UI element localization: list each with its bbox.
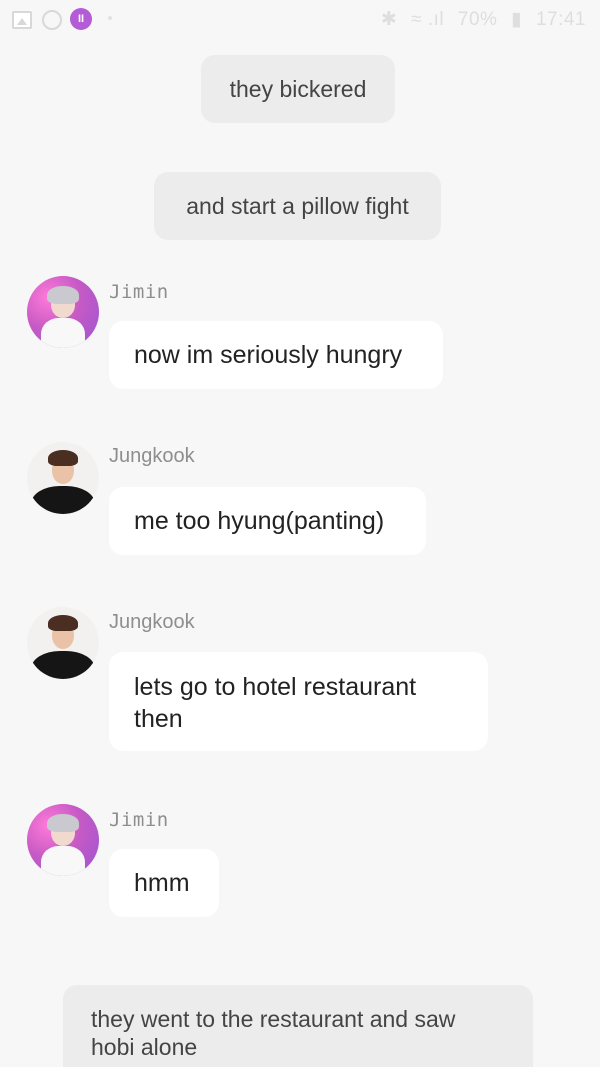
signal-icon: ≈ .ıl [411, 9, 445, 30]
chat-message-bubble: me too hyung(panting) [109, 487, 426, 555]
clock-time: 17:41 [535, 9, 586, 30]
bluetooth-icon: ✱ [380, 9, 398, 30]
sender-name: Jimin [109, 809, 169, 831]
battery-percent: 70% [457, 9, 498, 30]
app-notification-icon: II [70, 8, 92, 30]
sender-name: Jungkook [109, 445, 195, 467]
battery-icon: ▮ [511, 9, 523, 30]
gallery-notification-icon [12, 11, 32, 29]
jimin-avatar[interactable] [27, 276, 99, 348]
alarm-notification-icon [42, 10, 62, 30]
chat-message-bubble: lets go to hotel restaurant then [109, 652, 488, 751]
chat-message-bubble: now im seriously hungry [109, 321, 443, 389]
narration-bubble: they bickered [201, 55, 395, 123]
more-notifications-dot-icon [108, 16, 112, 20]
jimin-avatar[interactable] [27, 804, 99, 876]
status-bar: II ✱ ≈ .ıl 70% ▮ 17:41 [0, 0, 600, 40]
jungkook-avatar[interactable] [27, 442, 99, 514]
chat-message-bubble: hmm [109, 849, 219, 917]
sender-name: Jungkook [109, 611, 195, 633]
status-indicators: ✱ ≈ .ıl 70% ▮ 17:41 [373, 8, 586, 31]
narration-bubble: they went to the restaurant and saw hobi… [63, 985, 533, 1067]
narration-bubble: and start a pillow fight [154, 172, 441, 240]
sender-name: Jimin [109, 281, 169, 303]
jungkook-avatar[interactable] [27, 607, 99, 679]
